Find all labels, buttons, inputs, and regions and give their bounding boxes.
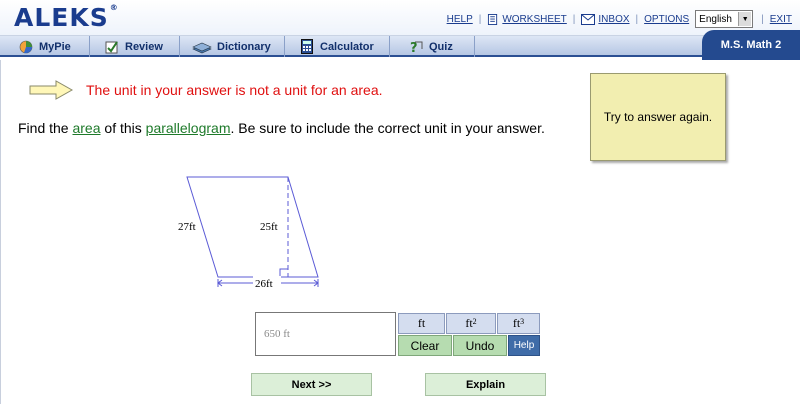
undo-button[interactable]: Undo [453,335,507,356]
clear-label: Clear [410,338,440,353]
question-prefix: Find the [18,120,73,136]
unit-label: ft [417,316,426,330]
area-link[interactable]: area [72,120,100,136]
calculator-icon [299,39,315,55]
pie-chart-icon [18,39,34,55]
side-label: 27ft [178,221,196,233]
quiz-icon: ? [408,39,424,55]
question-middle: of this [100,120,146,136]
tab-review[interactable]: Review [90,36,180,57]
worksheet-link[interactable]: WORKSHEET [502,14,566,25]
logo-registered-mark: ® [109,3,119,12]
unit-label: ft [465,316,473,330]
question-text: Find the area of this parallelogram. Be … [18,120,545,136]
tab-mypie[interactable]: MyPie [0,36,90,57]
logo-text: ALEKS [14,3,109,32]
unit-exponent: 3 [520,317,525,326]
worksheet-icon [488,13,498,25]
content-border [0,60,1,404]
exit-link[interactable]: EXIT [770,14,792,25]
parallelogram-figure: 26ft 27ft 25ft [160,170,340,300]
class-name-tab: M.S. Math 2 [702,30,800,60]
feedback-message: The unit in your answer is not a unit fo… [86,82,383,98]
parallelogram-link[interactable]: parallelogram [146,120,231,136]
hint-box: Try to answer again. [590,73,726,161]
mail-icon [581,13,596,25]
height-label: 25ft [260,221,278,233]
answer-value: 650 ft [264,328,290,340]
unit-ft2-button[interactable]: ft 2 [446,313,496,334]
tab-calculator[interactable]: Calculator [285,36,390,57]
language-value: English [699,13,732,25]
help-link[interactable]: HELP [447,14,473,25]
aleks-logo: ALEKS® [14,3,119,32]
tab-label: MyPie [39,40,71,53]
divider: | [761,13,764,25]
divider: | [572,13,576,25]
top-header: ALEKS® HELP | WORKSHEET | INBOX | OPTION… [0,0,800,36]
tab-label: Calculator [320,40,374,53]
help-button[interactable]: Help [508,335,540,356]
unit-label: ft [512,316,521,330]
tab-dictionary[interactable]: Dictionary [180,36,285,57]
parallelogram-shape [186,176,319,278]
svg-text:?: ? [410,41,418,54]
hint-text: Try to answer again. [603,110,713,124]
language-select[interactable]: English ▼ [695,10,754,28]
inbox-link[interactable]: INBOX [598,14,629,25]
explain-label: Explain [465,378,506,391]
undo-label: Undo [465,338,495,353]
chevron-down-icon: ▼ [738,12,752,26]
feedback-row: The unit in your answer is not a unit fo… [28,79,383,101]
explain-button[interactable]: Explain [425,373,546,396]
right-angle-mark [279,268,288,277]
top-links: HELP | WORKSHEET | INBOX | OPTIONS Engli… [447,10,792,28]
nav-bar: MyPie Review Dictionary Calculator ? Qui… [0,36,800,57]
book-icon [192,39,212,55]
tab-label: Review [125,40,163,53]
clear-button[interactable]: Clear [398,335,452,356]
tab-label: Dictionary [217,40,271,53]
options-link[interactable]: OPTIONS [644,14,689,25]
answer-input[interactable]: 650 ft [255,312,396,356]
unit-ft-button[interactable]: ft [398,313,445,334]
divider: | [478,13,482,25]
unit-exponent: 2 [472,317,477,326]
question-suffix: . Be sure to include the correct unit in… [230,120,545,136]
next-label: Next >> [291,378,332,391]
tab-quiz[interactable]: ? Quiz [390,36,475,57]
arrow-right-icon [29,80,74,100]
divider: | [635,13,639,25]
next-button[interactable]: Next >> [251,373,372,396]
help-label: Help [513,340,535,351]
base-label: 26ft [255,278,273,290]
checklist-icon [104,39,120,55]
unit-ft3-button[interactable]: ft 3 [497,313,540,334]
tab-label: Quiz [429,40,453,53]
parallelogram-diagram: 26ft 27ft 25ft [178,176,319,290]
